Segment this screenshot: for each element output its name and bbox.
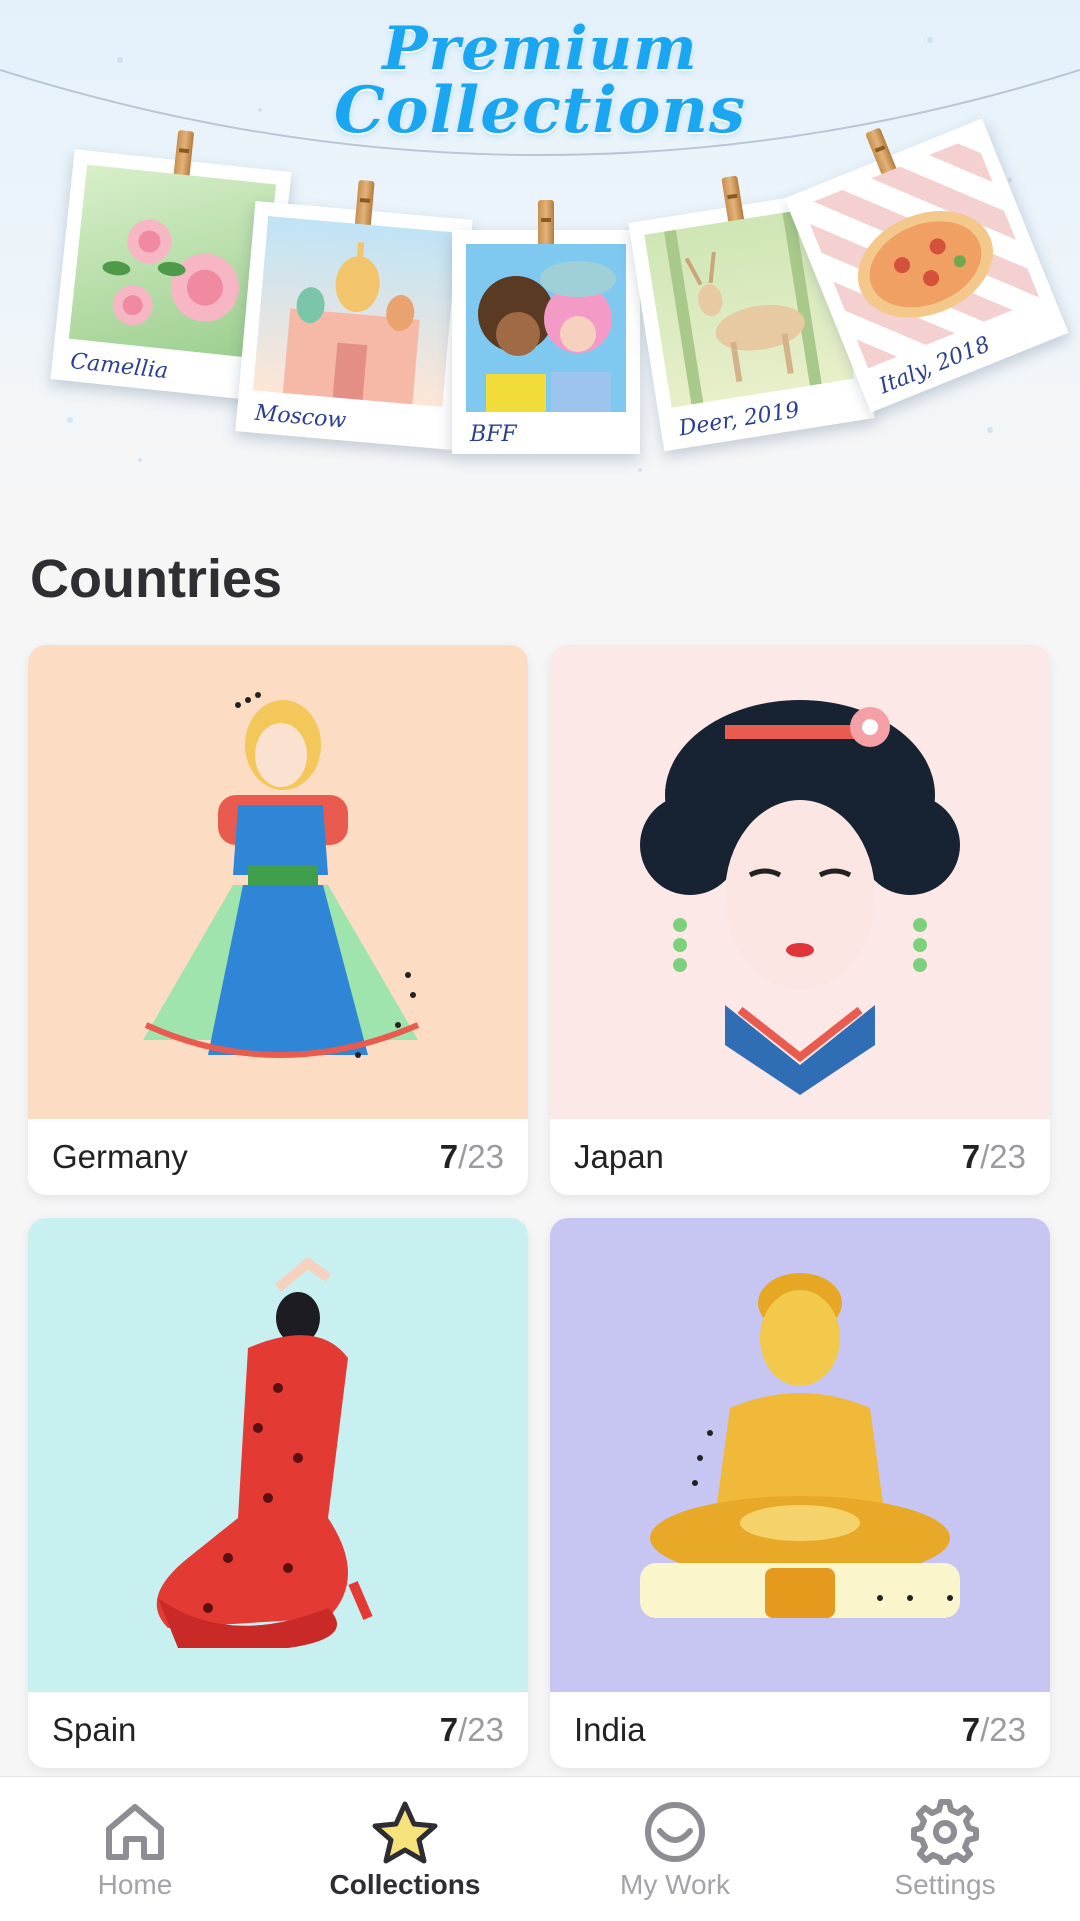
banner-title-line2: Collections bbox=[333, 73, 747, 148]
bottom-nav: Home Collections My Work Settings bbox=[0, 1776, 1080, 1921]
nav-my-work[interactable]: My Work bbox=[540, 1777, 810, 1921]
banner-title: Premium Collections bbox=[0, 14, 1080, 148]
india-artwork bbox=[550, 1218, 1050, 1692]
spain-flamenco-illustration bbox=[156, 1256, 373, 1648]
japan-geisha-illustration bbox=[640, 700, 960, 1095]
card-footer: Spain 7/23 bbox=[28, 1692, 528, 1768]
japan-artwork bbox=[550, 645, 1050, 1119]
card-footer: India 7/23 bbox=[550, 1692, 1050, 1768]
progress-done: 7 bbox=[439, 1138, 459, 1175]
banner-title-line1: Premium bbox=[382, 14, 698, 84]
card-title: Spain bbox=[52, 1711, 137, 1748]
collection-card-india[interactable]: India 7/23 bbox=[550, 1218, 1050, 1768]
photo-caption: BFF bbox=[470, 422, 517, 447]
nav-home[interactable]: Home bbox=[0, 1777, 270, 1921]
india-buddha-illustration bbox=[640, 1273, 960, 1618]
collection-card-japan[interactable]: Japan 7/23 bbox=[550, 645, 1050, 1195]
moscow-illustration bbox=[282, 242, 420, 405]
card-footer: Germany 7/23 bbox=[28, 1119, 528, 1195]
progress-count: 7/23 bbox=[440, 1711, 504, 1749]
collection-card-germany[interactable]: Germany 7/23 bbox=[28, 645, 528, 1195]
progress-done: 7 bbox=[961, 1711, 981, 1748]
card-title: Japan bbox=[574, 1138, 664, 1175]
photo-bff: BFF bbox=[452, 200, 640, 454]
progress-count: 7/23 bbox=[962, 1711, 1026, 1749]
progress-done: 7 bbox=[439, 1711, 459, 1748]
progress-total: /23 bbox=[458, 1711, 504, 1748]
progress-count: 7/23 bbox=[440, 1138, 504, 1176]
home-icon bbox=[106, 1804, 164, 1860]
progress-total: /23 bbox=[980, 1138, 1026, 1175]
gear-icon bbox=[911, 1799, 979, 1865]
progress-done: 7 bbox=[961, 1138, 981, 1175]
germany-artwork bbox=[28, 645, 528, 1119]
nav-my-work-label: My Work bbox=[620, 1869, 730, 1900]
nav-collections-label: Collections bbox=[329, 1869, 481, 1900]
nav-home-label: Home bbox=[97, 1869, 173, 1900]
progress-total: /23 bbox=[980, 1711, 1026, 1748]
collection-card-spain[interactable]: Spain 7/23 bbox=[28, 1218, 528, 1768]
card-title: India bbox=[574, 1711, 646, 1748]
card-title: Germany bbox=[52, 1138, 188, 1175]
bff-illustration bbox=[478, 261, 616, 412]
nav-collections[interactable]: Collections bbox=[270, 1777, 540, 1921]
premium-collections-banner[interactable]: Premium Collections Camellia Moscow BFF … bbox=[0, 0, 1080, 505]
star-icon bbox=[372, 1801, 438, 1864]
smile-icon bbox=[645, 1802, 705, 1862]
nav-settings[interactable]: Settings bbox=[810, 1777, 1080, 1921]
section-title-countries: Countries bbox=[30, 549, 283, 609]
progress-count: 7/23 bbox=[962, 1138, 1026, 1176]
progress-total: /23 bbox=[458, 1138, 504, 1175]
nav-settings-label: Settings bbox=[894, 1869, 996, 1900]
card-footer: Japan 7/23 bbox=[550, 1119, 1050, 1195]
spain-artwork bbox=[28, 1218, 528, 1692]
germany-dress-illustration bbox=[143, 692, 420, 1058]
photo-moscow: Moscow bbox=[235, 179, 473, 451]
